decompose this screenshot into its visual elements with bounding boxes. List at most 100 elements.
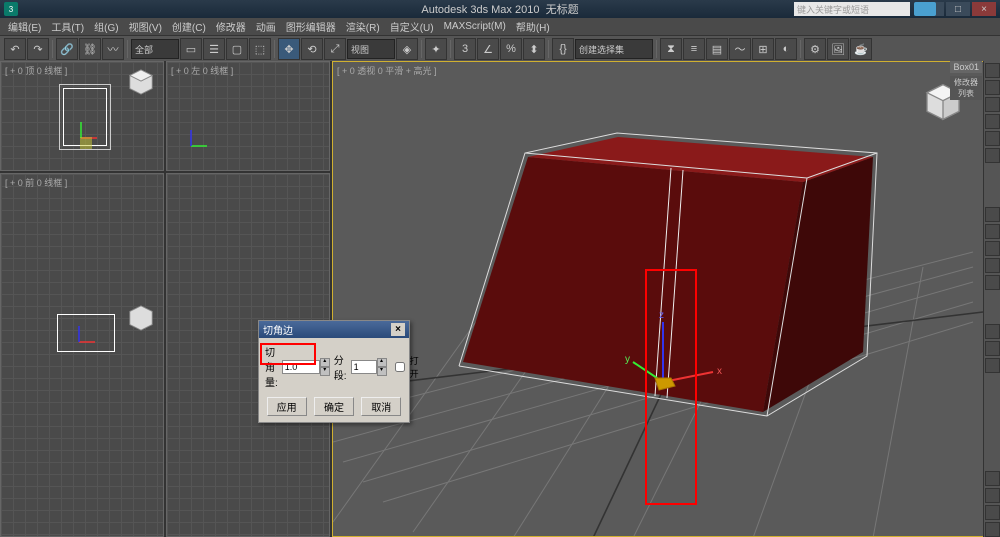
- panel-button[interactable]: [985, 358, 1000, 373]
- panel-button[interactable]: [985, 258, 1000, 273]
- close-button[interactable]: ×: [972, 2, 996, 16]
- menu-help[interactable]: 帮助(H): [512, 18, 554, 35]
- help-search-input[interactable]: 键入关键字或短语: [794, 2, 910, 16]
- undo-button[interactable]: ↶: [4, 38, 26, 60]
- mirror-button[interactable]: ⧗: [660, 38, 682, 60]
- chamfer-amount-spinner[interactable]: ▴▾: [282, 360, 330, 374]
- segments-input[interactable]: [351, 360, 377, 374]
- axis-gizmo-icon: [61, 324, 97, 360]
- menu-maxscript[interactable]: MAXScript(M): [440, 20, 510, 33]
- display-tab[interactable]: [985, 131, 1000, 146]
- chamfer-edges-dialog: 切角边 × 切角量: ▴▾ 分段: ▴▾ 打开 应用 确定 取消: [258, 320, 410, 423]
- axis-gizmo-icon: [63, 120, 99, 156]
- dialog-titlebar[interactable]: 切角边 ×: [259, 321, 409, 338]
- dialog-close-button[interactable]: ×: [391, 323, 405, 336]
- render-frame-button[interactable]: 🖼: [827, 38, 849, 60]
- menu-animation[interactable]: 动画: [252, 18, 280, 35]
- select-scale-button[interactable]: ⤢: [324, 38, 346, 60]
- select-region-button[interactable]: ▢: [226, 38, 248, 60]
- panel-button[interactable]: [985, 207, 1000, 222]
- snap-toggle-button[interactable]: 3: [454, 38, 476, 60]
- curve-editor-button[interactable]: 〜: [729, 38, 751, 60]
- panel-button[interactable]: [985, 275, 1000, 290]
- panel-button[interactable]: [985, 324, 1000, 339]
- segments-spinner[interactable]: ▴▾: [351, 360, 387, 374]
- named-sel-set-button[interactable]: {}: [552, 38, 574, 60]
- utilities-tab[interactable]: [985, 148, 1000, 163]
- menu-views[interactable]: 视图(V): [125, 18, 166, 35]
- select-move-button[interactable]: ✥: [278, 38, 300, 60]
- panel-button[interactable]: [985, 241, 1000, 256]
- create-tab[interactable]: [985, 63, 1000, 78]
- spinner-snap-button[interactable]: ⬍: [523, 38, 545, 60]
- viewport-perspective[interactable]: [ + 0 透视 0 平滑 + 高光 ]: [332, 61, 984, 537]
- named-sel-dropdown[interactable]: 创建选择集: [575, 39, 653, 59]
- hierarchy-tab[interactable]: [985, 97, 1000, 112]
- panel-button[interactable]: [985, 341, 1000, 356]
- cancel-button[interactable]: 取消: [361, 397, 401, 416]
- window-crossing-button[interactable]: ⬚: [249, 38, 271, 60]
- segments-label: 分段:: [334, 352, 347, 382]
- ref-coord-dropdown[interactable]: 视图: [347, 39, 395, 59]
- viewcube-icon[interactable]: [127, 304, 155, 332]
- selection-filter-dropdown[interactable]: 全部: [131, 39, 179, 59]
- open-checkbox-input[interactable]: [395, 362, 405, 372]
- schematic-view-button[interactable]: ⊞: [752, 38, 774, 60]
- app-icon: 3: [4, 2, 18, 16]
- command-panel-tabs: [983, 61, 1000, 537]
- infocenter-icon[interactable]: [914, 2, 936, 16]
- menu-create[interactable]: 创建(C): [168, 18, 210, 35]
- angle-snap-button[interactable]: ∠: [477, 38, 499, 60]
- menu-customize[interactable]: 自定义(U): [386, 18, 438, 35]
- viewport-top[interactable]: [ + 0 顶 0 线框 ]: [0, 61, 164, 171]
- select-by-name-button[interactable]: ☰: [203, 38, 225, 60]
- unlink-button[interactable]: ⛓: [79, 38, 101, 60]
- chamfer-amount-input[interactable]: [282, 360, 320, 374]
- align-button[interactable]: ≡: [683, 38, 705, 60]
- menu-edit[interactable]: 编辑(E): [4, 18, 45, 35]
- link-button[interactable]: 🔗: [56, 38, 78, 60]
- viewcube-icon[interactable]: [127, 68, 155, 96]
- open-checkbox[interactable]: 打开: [391, 354, 419, 380]
- viewport-area: [ + 0 顶 0 线框 ] [ + 0 前 0 线框 ] [ + 0 左 0 …: [0, 61, 984, 537]
- panel-button[interactable]: [985, 224, 1000, 239]
- menu-modifiers[interactable]: 修改器: [212, 18, 250, 35]
- render-button[interactable]: ☕: [850, 38, 872, 60]
- layers-button[interactable]: ▤: [706, 38, 728, 60]
- viewport-top-label: [ + 0 顶 0 线框 ]: [5, 64, 67, 77]
- percent-snap-button[interactable]: %: [500, 38, 522, 60]
- render-setup-button[interactable]: ⚙: [804, 38, 826, 60]
- menu-tools[interactable]: 工具(T): [47, 18, 88, 35]
- panel-button[interactable]: [985, 471, 1000, 486]
- spinner-up-icon[interactable]: ▴: [320, 358, 330, 367]
- modify-tab[interactable]: [985, 80, 1000, 95]
- redo-button[interactable]: ↷: [27, 38, 49, 60]
- ok-button[interactable]: 确定: [314, 397, 354, 416]
- box-object[interactable]: [459, 133, 877, 416]
- bind-spacewarp-button[interactable]: 〰: [102, 38, 124, 60]
- viewport-left[interactable]: [ + 0 左 0 线框 ]: [166, 61, 330, 171]
- use-pivot-button[interactable]: ◈: [396, 38, 418, 60]
- spinner-up-icon[interactable]: ▴: [377, 358, 387, 367]
- select-manipulate-button[interactable]: ✦: [425, 38, 447, 60]
- panel-button[interactable]: [985, 505, 1000, 520]
- panel-button[interactable]: [985, 522, 1000, 537]
- viewport-left-label: [ + 0 左 0 线框 ]: [171, 64, 233, 77]
- spinner-down-icon[interactable]: ▾: [320, 367, 330, 376]
- maximize-button[interactable]: □: [946, 2, 970, 16]
- menu-group[interactable]: 组(G): [90, 18, 122, 35]
- spinner-down-icon[interactable]: ▾: [377, 367, 387, 376]
- select-object-button[interactable]: ▭: [180, 38, 202, 60]
- select-rotate-button[interactable]: ⟲: [301, 38, 323, 60]
- svg-text:z: z: [659, 310, 664, 321]
- viewport-persp-label: [ + 0 透视 0 平滑 + 高光 ]: [337, 64, 437, 77]
- axis-gizmo-icon: [173, 128, 209, 164]
- motion-tab[interactable]: [985, 114, 1000, 129]
- menu-rendering[interactable]: 渲染(R): [342, 18, 384, 35]
- viewport-front[interactable]: [ + 0 前 0 线框 ]: [0, 173, 164, 537]
- apply-button[interactable]: 应用: [267, 397, 307, 416]
- modifier-list-label[interactable]: 修改器列表: [950, 76, 982, 100]
- panel-button[interactable]: [985, 488, 1000, 503]
- menu-graph-editors[interactable]: 图形编辑器: [282, 18, 340, 35]
- material-editor-button[interactable]: ◐: [775, 38, 797, 60]
